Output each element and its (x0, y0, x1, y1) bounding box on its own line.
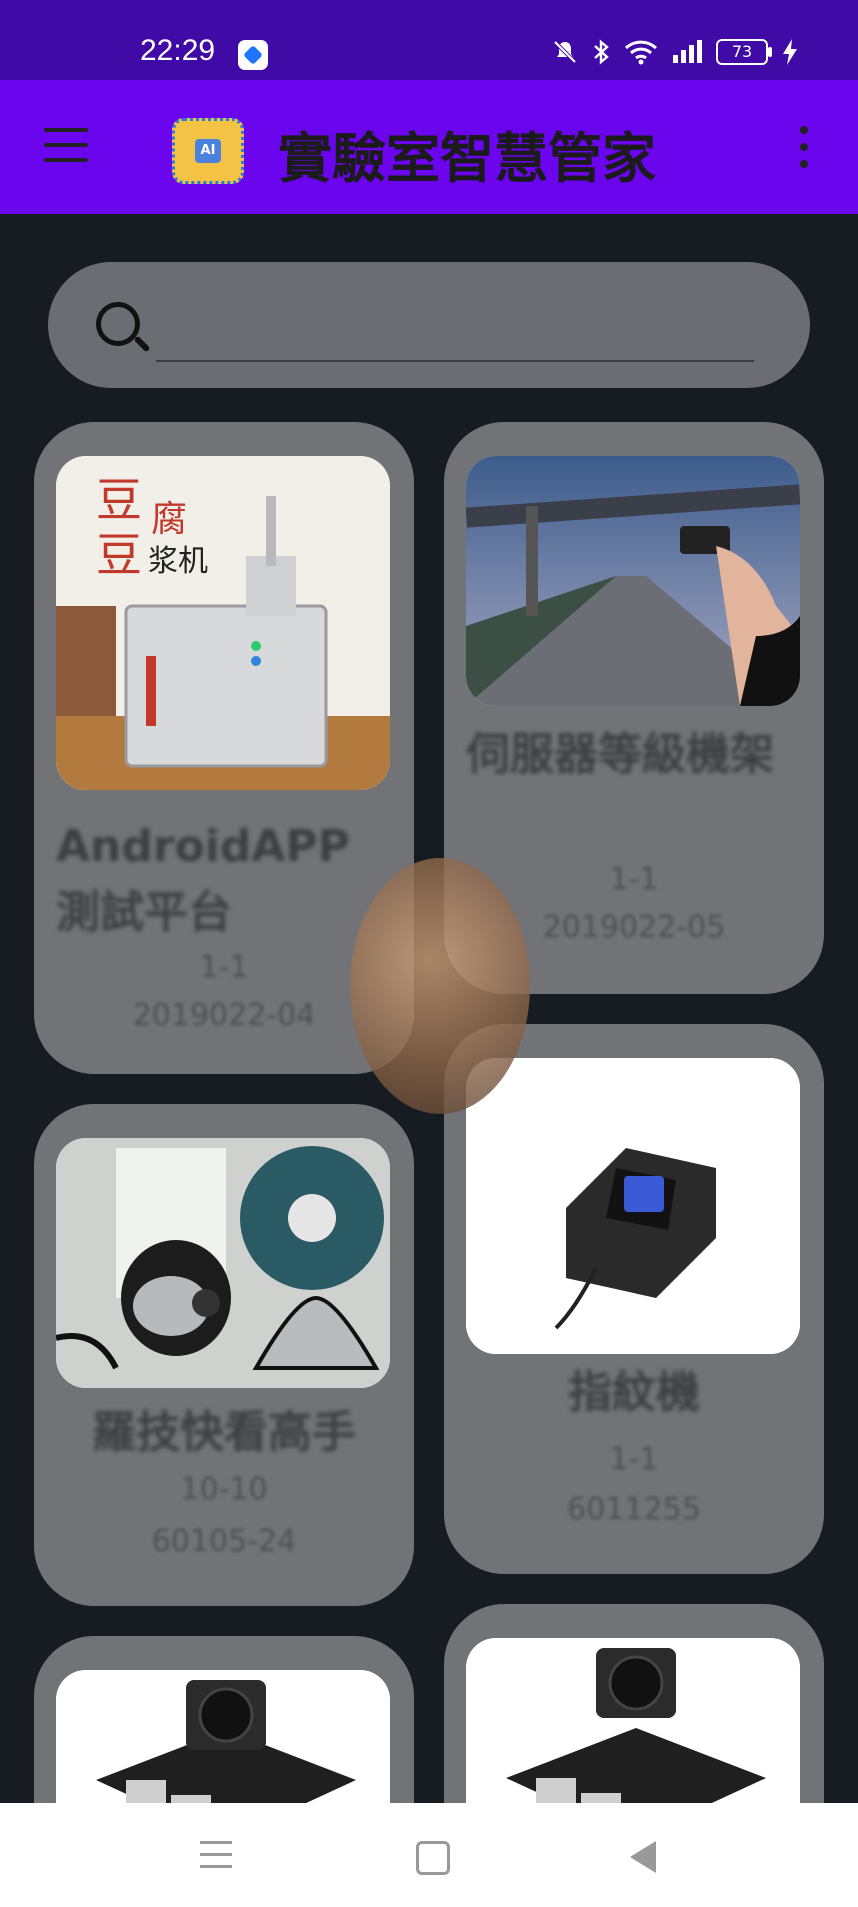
svg-text:腐: 腐 (151, 499, 187, 540)
status-icons: 73 (552, 38, 798, 66)
item-card[interactable]: 指紋機 1-1 6011255 (444, 1024, 824, 1574)
item-image-soymilk-machine: 豆 腐 豆 浆机 (56, 456, 390, 790)
hamburger-menu-icon[interactable] (44, 128, 88, 162)
item-image-webcam (56, 1138, 390, 1388)
item-code: 60105-24 (151, 1524, 297, 1559)
search-bar (48, 262, 810, 388)
item-card[interactable]: 伺服器等級機架 1-1 2019022-05 (444, 422, 824, 994)
item-count: 10-10 (180, 1472, 268, 1507)
item-code: 6011255 (567, 1492, 701, 1527)
svg-text:豆: 豆 (96, 528, 142, 582)
item-image-fingerprint-reader (466, 1058, 800, 1354)
system-nav-bar (0, 1803, 858, 1907)
item-code: 2019022-04 (132, 998, 316, 1033)
signal-icon (673, 40, 702, 63)
recent-apps-icon[interactable] (200, 1841, 232, 1877)
item-card[interactable]: 豆 腐 豆 浆机 AndroidAPP測試平台 1-1 2019022-04 (34, 422, 414, 1074)
item-card[interactable]: 羅技快看高手 10-10 60105-24 (34, 1104, 414, 1606)
battery-icon: 73 (716, 39, 772, 65)
item-count: 1-1 (609, 862, 659, 897)
app-logo: AI (172, 118, 244, 184)
overflow-menu-icon[interactable] (800, 126, 810, 177)
item-name: 伺服器等級機架 (466, 729, 774, 780)
svg-text:豆: 豆 (96, 473, 142, 527)
svg-text:浆机: 浆机 (148, 544, 208, 579)
app-title: 實驗室智慧管家 (278, 127, 656, 190)
bluetooth-icon (594, 39, 609, 65)
logo-text: AI (195, 139, 221, 163)
status-bar: 22:29 73 (0, 0, 858, 80)
app-notification-icon (238, 40, 268, 70)
item-count: 1-1 (199, 950, 249, 985)
mute-icon (553, 40, 577, 64)
item-name: AndroidAPP測試平台 (56, 821, 350, 938)
status-time: 22:29 (140, 34, 216, 67)
item-name: 羅技快看高手 (92, 1407, 356, 1458)
wifi-icon (624, 40, 658, 65)
item-count: 1-1 (609, 1442, 659, 1477)
home-icon[interactable] (416, 1841, 450, 1875)
app-bar: AI 實驗室智慧管家 (0, 80, 858, 214)
search-icon[interactable] (96, 302, 140, 346)
item-name: 指紋機 (568, 1367, 700, 1418)
charging-icon (783, 39, 797, 65)
back-icon[interactable] (630, 1841, 656, 1873)
item-code: 2019022-05 (542, 910, 726, 945)
search-input[interactable] (156, 312, 754, 362)
item-image-road-photo (466, 456, 800, 706)
